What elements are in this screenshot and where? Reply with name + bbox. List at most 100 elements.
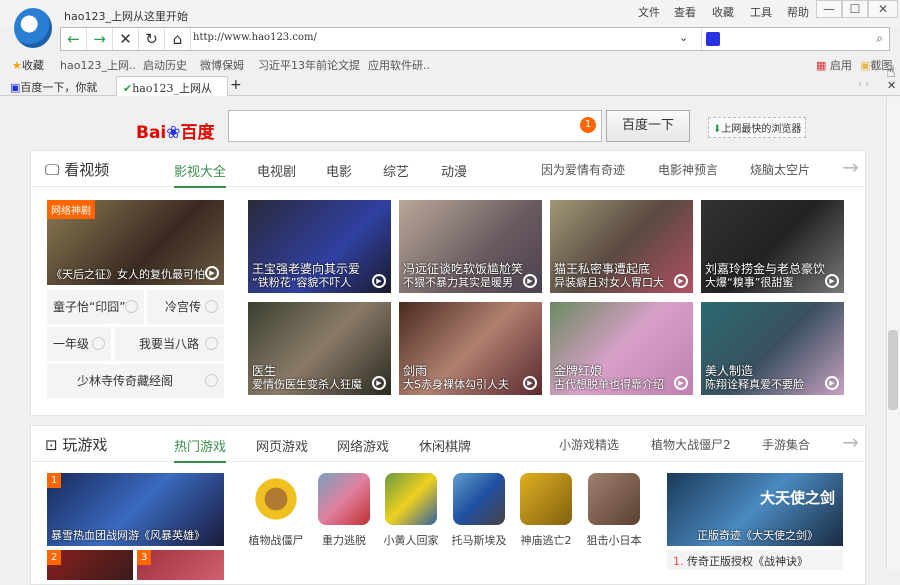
game-caption: 正版奇迹《大天使之剑》 [697,529,818,542]
menu-file[interactable]: 文件 [638,4,660,20]
menu-favorites[interactable]: 收藏 [712,4,734,20]
enable-button[interactable]: ▦ 启用 [816,57,852,73]
tab-variety[interactable]: 综艺 [383,161,409,180]
screenshot-icon: ▣ [860,59,871,72]
search-input[interactable]: ⌕ [701,28,889,50]
game-label[interactable]: 重力逃脱 [309,532,379,548]
play-icon: ▶ [523,376,537,390]
games-section: ⊡ 玩游戏 热门游戏 网页游戏 网络游戏 休闲棋牌 小游戏精选 植物大战僵尸2 … [30,425,866,585]
video-link[interactable]: 烧脑太空片 [750,161,810,178]
games-link[interactable]: 手游集合 [762,436,810,453]
tab-bar: ▣百度一下，你就 ✕ ✔hao123_上网从 ✕ + ‹ › ✕ [0,76,900,109]
video-tile[interactable]: 剑雨 大S赤身裸体勾引人夫 ▶ [399,302,542,395]
game-thumb[interactable]: 2 [47,550,133,580]
back-icon[interactable]: ← [61,28,87,50]
video-caption: 剑雨 大S赤身裸体勾引人夫 [403,364,509,391]
video-caption: 金牌红娘 古代想脱单也得靠介绍 [554,364,664,391]
featured-video[interactable]: 网络神剧 《天后之征》女人的复仇最可怕 ▶ [47,200,224,285]
video-tile[interactable]: 冯远征谈吃软饭尴尬笑 不猥不暴力其实是暖男 ▶ [399,200,542,293]
games-header: ⊡ 玩游戏 热门游戏 网页游戏 网络游戏 休闲棋牌 小游戏精选 植物大战僵尸2 … [31,426,865,463]
play-icon [205,300,218,313]
refresh-icon[interactable]: ↻ [139,28,165,50]
arrow-right-icon[interactable]: → [842,430,859,454]
bookmark-item[interactable]: 习近平13年前论文提 [258,57,360,73]
tab-web-games[interactable]: 网页游戏 [256,436,308,455]
tab-movie[interactable]: 电影 [326,161,352,180]
game-label[interactable]: 小黄人回家 [376,532,446,548]
stop-icon[interactable]: ✕ [113,28,139,50]
forward-icon[interactable]: → [87,28,113,50]
game-icon[interactable] [520,473,572,525]
menu-view[interactable]: 查看 [674,4,696,20]
baidu-search-input[interactable] [228,110,602,142]
game-banner[interactable]: 1 暴雪热血团战网游《风暴英雄》 [47,473,224,546]
maximize-button[interactable]: ☐ [842,0,868,18]
video-caption: 美人制造 陈翔诠释真爱不要脸 [705,364,804,391]
baidu-search-button[interactable]: 百度一下 [606,110,690,142]
tab-online-games[interactable]: 网络游戏 [337,436,389,455]
game-thumb[interactable]: 3 [137,550,224,580]
video-tile[interactable]: 美人制造 陈翔诠释真爱不要脸 ▶ [701,302,844,395]
play-icon [92,337,105,350]
video-link[interactable]: 因为爱情有奇迹 [541,161,625,178]
game-label[interactable]: 植物战僵尸 [241,532,311,548]
bookmark-item[interactable]: 启动历史 [143,57,187,73]
tab-hot-games[interactable]: 热门游戏 [174,436,227,463]
play-icon: ▶ [372,274,386,288]
game-icon-pvz[interactable] [250,473,302,525]
game-caption: 暴雪热血团战网游《风暴英雄》 [51,529,205,542]
tab-video-all[interactable]: 影视大全 [174,161,227,188]
baidu-logo[interactable]: Bai❀百度 [136,118,215,143]
tab-board-games[interactable]: 休闲棋牌 [419,436,471,455]
game-label[interactable]: 托马斯埃及 [444,532,514,548]
bookmark-item[interactable]: 微博保姆 [200,57,244,73]
game-label[interactable]: 狙击小日本 [579,532,649,548]
video-tile[interactable]: 刘嘉玲捞金与老总豪饮 大爆“糗事”很甜蜜 ▶ [701,200,844,293]
games-link[interactable]: 小游戏精选 [559,436,619,453]
arrow-right-icon[interactable]: → [842,155,859,179]
game-banner-right[interactable]: 大天使之剑 正版奇迹《大天使之剑》 [667,473,843,546]
menu-tools[interactable]: 工具 [750,4,772,20]
video-tile[interactable]: 医生 爱情伤医生变杀人狂魔 ▶ [248,302,391,395]
video-link-small[interactable]: 童子怡“印囧” [47,290,144,324]
tab-tv[interactable]: 电视剧 [257,161,296,180]
game-icon[interactable] [318,473,370,525]
search-icon[interactable]: ⌕ [876,31,883,46]
video-link-small[interactable]: 我要当八路 [115,327,224,361]
browser-download-link[interactable]: ⬇上网最快的浏览器 [708,117,807,138]
video-link[interactable]: 电影神预言 [658,161,718,178]
video-tile[interactable]: 王宝强老婆向其示爱 “铁粉花”容貌不吓人 ▶ [248,200,391,293]
video-link-small[interactable]: 冷宫传 [147,290,224,324]
video-tile[interactable]: 金牌红娘 古代想脱单也得靠介绍 ▶ [550,302,693,395]
video-link-small[interactable]: 少林寺传奇藏经阁 [47,364,224,398]
game-icon[interactable] [385,473,437,525]
game-icon[interactable] [588,473,640,525]
address-input[interactable]: http://www.hao123.com/ [193,32,317,43]
new-tab-icon[interactable]: + [230,77,242,93]
game-label[interactable]: 神庙逃亡2 [511,532,581,548]
minimize-button[interactable]: — [816,0,842,18]
game-icon[interactable] [453,473,505,525]
video-tile[interactable]: 猫王私密事遭起底 异装癖且对女人胃口大 ▶ [550,200,693,293]
bookmark-item[interactable]: hao123_上网.. [60,57,136,73]
video-link-small[interactable]: 一年级 [47,327,111,361]
play-icon [125,300,138,313]
close-button[interactable]: ✕ [868,0,898,18]
menu-help[interactable]: 帮助 [787,4,809,20]
tab-hao123[interactable]: ✔hao123_上网从 ✕ [116,76,228,109]
bookmarks-bar: ★收藏 hao123_上网.. 启动历史 微博保姆 习近平13年前论文提 应用软… [0,53,900,75]
tab-baidu[interactable]: ▣百度一下，你就 ✕ [4,76,114,108]
home-icon[interactable]: ⌂ [165,28,191,50]
play-icon [205,337,218,350]
rank-badge: 1 [47,473,62,488]
scrollbar-thumb[interactable] [888,330,898,410]
video-title: 🖵 看视频 [45,161,110,179]
games-link[interactable]: 植物大战僵尸2 [651,436,731,453]
game-list-item[interactable]: 1. 传奇正版授权《战神诀》 [667,550,843,570]
tab-anime[interactable]: 动漫 [441,161,467,180]
tab-scroll-arrows[interactable]: ‹ › [858,79,869,90]
chevron-down-icon[interactable]: ⌄ [679,31,688,44]
baidu-paw-icon [706,32,720,46]
bookmark-item[interactable]: 应用软件研.. [368,57,430,73]
favorites-button[interactable]: ★收藏 [12,57,44,73]
